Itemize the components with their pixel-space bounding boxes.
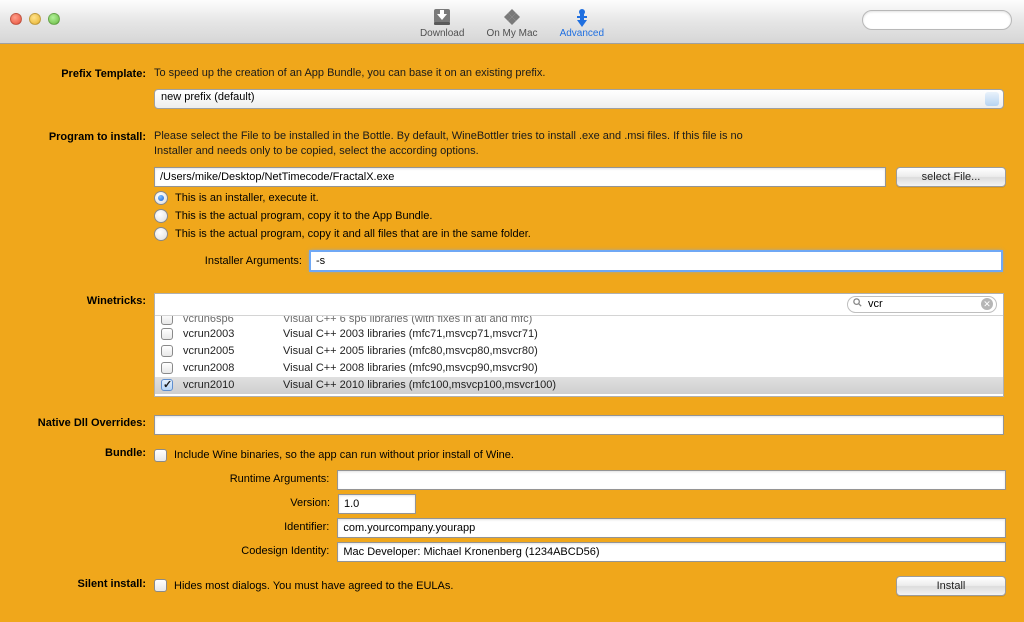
prefix-template-select[interactable]: new prefix (default) ▲▼ [154,89,1004,109]
winetricks-row[interactable]: vcrun2008 Visual C++ 2008 libraries (mfc… [155,360,1003,377]
toolbar-on-my-mac-label: On My Mac [486,28,537,39]
winetricks-row[interactable]: vcrun2010 Visual C++ 2010 libraries (mfc… [155,377,1003,394]
program-path-input[interactable] [154,167,886,187]
search-icon [852,297,863,311]
toolbar-search-input[interactable] [862,10,1012,30]
radio-label: This is the actual program, copy it and … [175,228,531,240]
winetricks-row[interactable]: vcrun2003 Visual C++ 2003 libraries (mfc… [155,326,1003,343]
window-controls [10,13,60,25]
winetricks-label: Winetricks: [18,293,154,307]
winetricks-row-desc: Visual C++ 2008 libraries (mfc90,msvcp90… [283,362,538,374]
minimize-button[interactable] [29,13,41,25]
runtime-args-label: Runtime Arguments: [18,470,337,485]
bundle-label: Bundle: [18,445,154,459]
radio-icon [154,209,168,223]
installer-args-label: Installer Arguments: [154,255,310,267]
winetricks-row-name: vcrun2008 [183,362,273,374]
native-dll-input[interactable] [154,415,1004,435]
toolbar-download[interactable]: Download [420,7,464,39]
prefix-template-desc: To speed up the creation of an App Bundl… [154,66,1006,81]
winetricks-row-desc: Visual C++ 6 sp6 libraries (with fixes i… [283,316,532,325]
program-radio-installer[interactable]: This is an installer, execute it. [154,191,1006,205]
program-label: Program to install: [18,129,154,143]
winetricks-search-input[interactable] [847,296,997,313]
prefix-template-value: new prefix (default) [161,91,255,103]
close-button[interactable] [10,13,22,25]
advanced-icon [571,7,593,27]
winetricks-row[interactable]: vcrun2005 Visual C++ 2005 libraries (mfc… [155,343,1003,360]
toolbar-download-label: Download [420,28,464,39]
radio-icon [154,191,168,205]
winetricks-list[interactable]: vcrun6sp6 Visual C++ 6 sp6 libraries (wi… [155,316,1003,396]
identifier-label: Identifier: [18,518,337,533]
checkbox-icon [154,449,167,462]
chevron-updown-icon: ▲▼ [988,93,996,107]
program-radio-copy-folder[interactable]: This is the actual program, copy it and … [154,227,1006,241]
version-label: Version: [18,494,338,509]
toolbar-advanced-label: Advanced [560,28,604,39]
winetricks-row-desc: Visual C++ 2010 libraries (mfc100,msvcp1… [283,379,556,391]
download-icon [431,7,453,27]
winetricks-row-name: vcrun2003 [183,328,273,340]
winetricks-row[interactable]: vcrun6sp6 Visual C++ 6 sp6 libraries (wi… [155,316,1003,326]
checkbox-icon[interactable] [161,316,173,325]
codesign-label: Codesign Identity: [18,542,337,557]
checkbox-icon[interactable] [161,362,173,374]
include-wine-check[interactable]: Include Wine binaries, so the app can ru… [154,449,1006,462]
program-radio-copy[interactable]: This is the actual program, copy it to t… [154,209,1006,223]
install-button[interactable]: Install [896,576,1006,596]
identifier-input[interactable] [337,518,1006,538]
zoom-button[interactable] [48,13,60,25]
winetricks-row-name: vcrun6sp6 [183,316,273,325]
silent-check[interactable]: Hides most dialogs. You must have agreed… [154,579,886,592]
radio-label: This is an installer, execute it. [175,192,319,204]
version-input[interactable] [338,494,416,514]
winetricks-row-name: vcrun2010 [183,379,273,391]
prefix-template-label: Prefix Template: [18,66,154,80]
radio-label: This is the actual program, copy it to t… [175,210,432,222]
clear-search-icon[interactable]: ✕ [981,298,993,310]
winetricks-row-desc: Visual C++ 2005 libraries (mfc80,msvcp80… [283,345,538,357]
silent-label: Silent install: [18,576,154,590]
installer-args-input[interactable] [310,251,1002,271]
checkbox-icon[interactable] [161,328,173,340]
winetricks-row-desc: Visual C++ 2003 libraries (mfc71,msvcp71… [283,328,538,340]
silent-desc: Hides most dialogs. You must have agreed… [174,580,453,592]
program-desc: Please select the File to be installed i… [154,129,774,159]
codesign-input[interactable] [337,542,1006,562]
winetricks-panel: ✕ vcrun6sp6 Visual C++ 6 sp6 libraries (… [154,293,1004,397]
runtime-args-input[interactable] [337,470,1006,490]
checkbox-icon[interactable] [161,345,173,357]
select-file-button[interactable]: select File... [896,167,1006,187]
checkbox-icon [154,579,167,592]
native-dll-label: Native Dll Overrides: [18,415,154,429]
titlebar: Download On My Mac Advanced [0,0,1024,44]
toolbar: Download On My Mac Advanced [420,5,604,39]
toolbar-search [862,10,1012,30]
toolbar-advanced[interactable]: Advanced [560,7,604,39]
radio-icon [154,227,168,241]
include-wine-label: Include Wine binaries, so the app can ru… [174,449,514,461]
content: Prefix Template: To speed up the creatio… [0,44,1024,616]
mac-icon [501,7,523,27]
toolbar-on-my-mac[interactable]: On My Mac [486,7,537,39]
winetricks-row-name: vcrun2005 [183,345,273,357]
checkbox-icon[interactable] [161,379,173,391]
